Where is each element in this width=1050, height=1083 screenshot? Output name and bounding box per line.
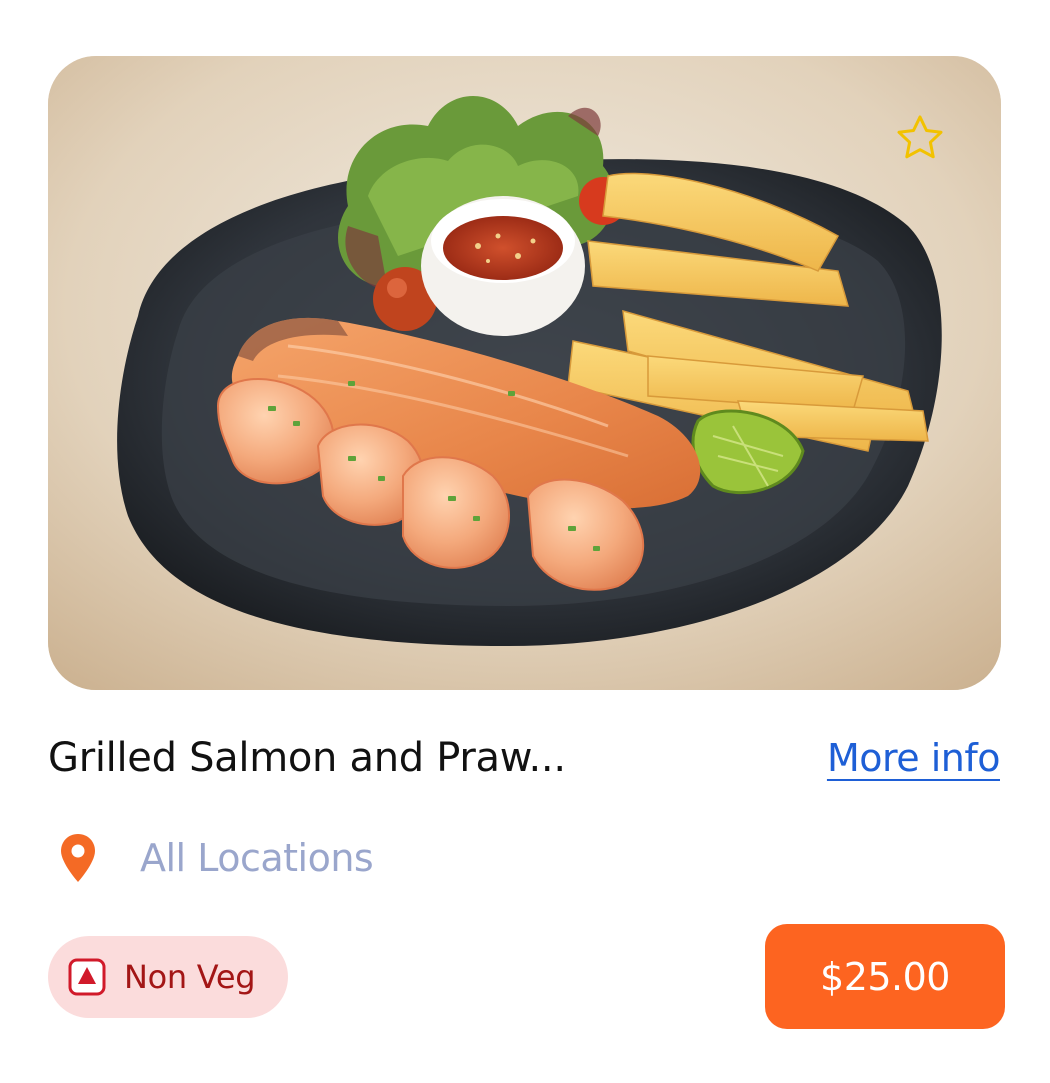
location-label: All Locations: [140, 836, 374, 880]
diet-label: Non Veg: [124, 958, 256, 996]
more-info-link[interactable]: More info: [827, 736, 1001, 780]
non-veg-indicator-icon: [68, 958, 106, 996]
food-image: [48, 56, 1001, 690]
location-row: All Locations: [58, 830, 374, 886]
star-outline-icon: [897, 115, 943, 159]
location-pin-icon: [58, 831, 98, 885]
price-button[interactable]: $25.00: [765, 924, 1005, 1029]
diet-badge: Non Veg: [48, 936, 288, 1018]
favorite-button[interactable]: [888, 106, 952, 170]
dish-title: Grilled Salmon and Praw...: [48, 735, 566, 781]
food-card: Grilled Salmon and Praw... More info All…: [0, 0, 1050, 1083]
